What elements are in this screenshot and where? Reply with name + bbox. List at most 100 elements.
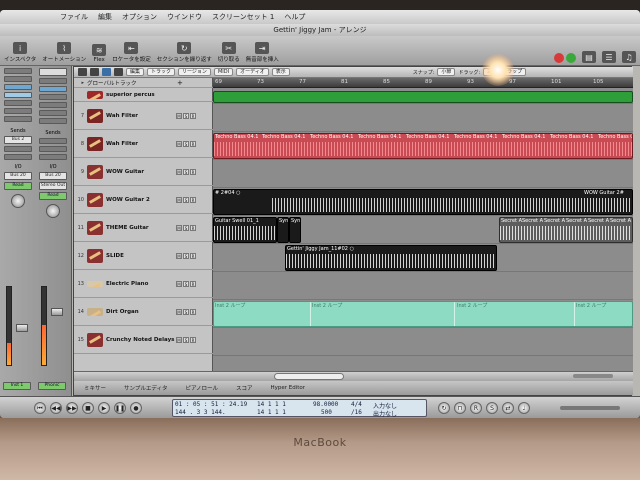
set-locators-button[interactable]: ⇤ ロケータを設定 xyxy=(112,42,151,63)
track-row[interactable]: 8 Wah Filter MSR xyxy=(74,130,213,158)
track-row[interactable]: 7 Wah Filter MSR xyxy=(74,102,213,130)
solo-button[interactable]: S xyxy=(183,308,189,315)
go-to-start-button[interactable]: ⏮ xyxy=(34,402,46,414)
mute-button[interactable]: M xyxy=(176,308,182,315)
marquee-tool-icon[interactable] xyxy=(102,68,111,76)
colors-button[interactable] xyxy=(554,53,576,63)
time-signature[interactable]: 4/4 xyxy=(351,401,362,408)
output-slot[interactable]: Bus 20 xyxy=(4,172,32,180)
flex-button[interactable]: ≋ Flex xyxy=(92,44,107,63)
pause-button[interactable]: ❚❚ xyxy=(114,402,126,414)
bar-ruler[interactable]: 69 73 77 81 85 89 93 97 101 105 xyxy=(213,78,633,88)
stop-button[interactable]: ■ xyxy=(82,402,94,414)
track-row[interactable]: 9 WOW Guitar MSR xyxy=(74,158,213,186)
region-syn[interactable]: Syn xyxy=(277,217,289,243)
record-button[interactable]: R xyxy=(190,280,196,287)
add-track-icon[interactable]: + xyxy=(177,79,183,87)
menu-view[interactable]: 表示 xyxy=(271,68,290,76)
snap-select[interactable]: 小節 xyxy=(437,68,456,76)
replace-button[interactable]: R xyxy=(470,402,482,414)
track-row[interactable]: 10 WOW Guitar 2 MSR xyxy=(74,186,213,214)
play-button[interactable]: ▶ xyxy=(98,402,110,414)
automation-mode[interactable]: Read xyxy=(4,182,32,190)
lists-button[interactable]: ☰ xyxy=(602,51,616,63)
pan-knob[interactable] xyxy=(46,204,60,218)
mute-button[interactable]: M xyxy=(176,252,182,259)
region-techno-bass[interactable]: Techno Bass 04.1 Techno Bass 04.1 Techno… xyxy=(213,133,633,159)
menu-edit-local[interactable]: 編集 xyxy=(126,68,145,76)
mute-button[interactable]: M xyxy=(176,196,182,203)
global-tracks-row[interactable]: ▸ グローバルトラック + xyxy=(74,78,213,88)
tab-sample-editor[interactable]: サンプルエディタ xyxy=(124,384,167,392)
menu-help[interactable]: ヘルプ xyxy=(284,12,305,22)
send-slot[interactable]: Bus 2 xyxy=(4,136,32,144)
region-syn[interactable]: Syn xyxy=(289,217,301,243)
insert-silence-button[interactable]: ⇥ 無音部を挿入 xyxy=(246,42,279,63)
menu-file[interactable]: ファイル xyxy=(60,12,88,22)
track-row[interactable]: 15 Crunchy Noted Delays MSR xyxy=(74,326,213,354)
region-gettin-jiggy-jam[interactable]: Gettin' Jiggy Jam_11#02 ○ xyxy=(285,245,497,271)
track-row[interactable]: 14 Dirt Organ MSR xyxy=(74,298,213,326)
pan-knob[interactable] xyxy=(11,194,25,208)
menu-track[interactable]: トラック xyxy=(147,68,176,76)
tab-hyper-editor[interactable]: Hyper Editor xyxy=(271,385,306,391)
repeat-section-button[interactable]: ↻ セクションを繰り返す xyxy=(157,42,212,63)
track-row[interactable]: 12 SLIDE MSR xyxy=(74,242,213,270)
record-button[interactable]: R xyxy=(190,140,196,147)
inspector-button[interactable]: i インスペクタ xyxy=(4,42,36,63)
tab-score[interactable]: スコア xyxy=(236,384,253,392)
mute-button[interactable]: M xyxy=(176,140,182,147)
region-guitar-swell[interactable]: Guitar Swell 01_1 xyxy=(213,217,277,243)
menu-region[interactable]: リージョン xyxy=(178,68,211,76)
media-button[interactable]: ♫ xyxy=(622,51,636,63)
metronome-button[interactable]: ♩ xyxy=(518,402,530,414)
record-button[interactable]: R xyxy=(190,336,196,343)
solo-button[interactable]: S xyxy=(183,140,189,147)
rewind-button[interactable]: ◀◀ xyxy=(50,402,62,414)
master-volume-slider[interactable] xyxy=(560,406,620,410)
arrange-area[interactable]: Techno Bass 04.1 Techno Bass 04.1 Techno… xyxy=(213,88,633,371)
zoom-slider[interactable] xyxy=(573,374,613,378)
menu-options[interactable]: オプション xyxy=(122,12,157,22)
region[interactable] xyxy=(213,91,633,103)
output-slot[interactable]: Stereo Out xyxy=(39,182,67,190)
cycle-button[interactable]: ↻ xyxy=(438,402,450,414)
solo-button[interactable]: S xyxy=(183,280,189,287)
track-row[interactable]: 11 THEME Guitar MSR xyxy=(74,214,213,242)
cut-button[interactable]: ✂ 切り取る xyxy=(218,42,240,63)
tempo-display[interactable]: 98.0000 xyxy=(313,401,338,408)
pointer-tool-icon[interactable] xyxy=(78,68,87,76)
menu-screenset[interactable]: スクリーンセット 1 xyxy=(212,12,274,22)
menu-midi[interactable]: MIDI xyxy=(213,68,234,76)
insert-slot[interactable] xyxy=(4,92,32,98)
volume-fader[interactable] xyxy=(51,308,63,316)
tab-piano-roll[interactable]: ピアノロール xyxy=(185,384,218,392)
view-tool-icon[interactable] xyxy=(114,68,123,76)
right-locator[interactable]: 14 1 1 1 xyxy=(257,409,286,416)
record-button[interactable]: R xyxy=(190,112,196,119)
solo-button[interactable]: S xyxy=(183,168,189,175)
solo-button[interactable]: S xyxy=(183,224,189,231)
scroll-thumb[interactable] xyxy=(274,373,344,380)
record-button[interactable]: ● xyxy=(130,402,142,414)
record-button[interactable]: R xyxy=(190,224,196,231)
automation-button[interactable]: ⌇ オートメーション xyxy=(42,42,86,63)
mute-button[interactable]: M xyxy=(176,224,182,231)
sync-button[interactable]: ⇄ xyxy=(502,402,514,414)
record-button[interactable]: R xyxy=(190,168,196,175)
region-wow-guitar[interactable]: # 2#04 ○ WOW Guitar 2# xyxy=(213,189,633,215)
division[interactable]: /16 xyxy=(351,409,362,416)
solo-button[interactable]: S xyxy=(183,252,189,259)
solo-button[interactable]: S xyxy=(183,196,189,203)
left-locator[interactable]: 14 1 1 1 xyxy=(257,401,286,408)
notes-button[interactable]: ▤ xyxy=(582,51,596,63)
horizontal-scrollbar[interactable] xyxy=(74,371,633,381)
input-slot[interactable]: Bus 20 xyxy=(39,172,67,180)
record-button[interactable]: R xyxy=(190,196,196,203)
track-row[interactable]: superior percus xyxy=(74,88,213,102)
record-button[interactable]: R xyxy=(190,252,196,259)
volume-fader[interactable] xyxy=(16,324,28,332)
insert-slot[interactable] xyxy=(4,84,32,90)
track-row[interactable]: 13 Electric Piano MSR xyxy=(74,270,213,298)
region-inst-loop[interactable]: Inst 2 ループ Inst 2 ループ Inst 2 ループ Inst 2 … xyxy=(213,301,633,327)
